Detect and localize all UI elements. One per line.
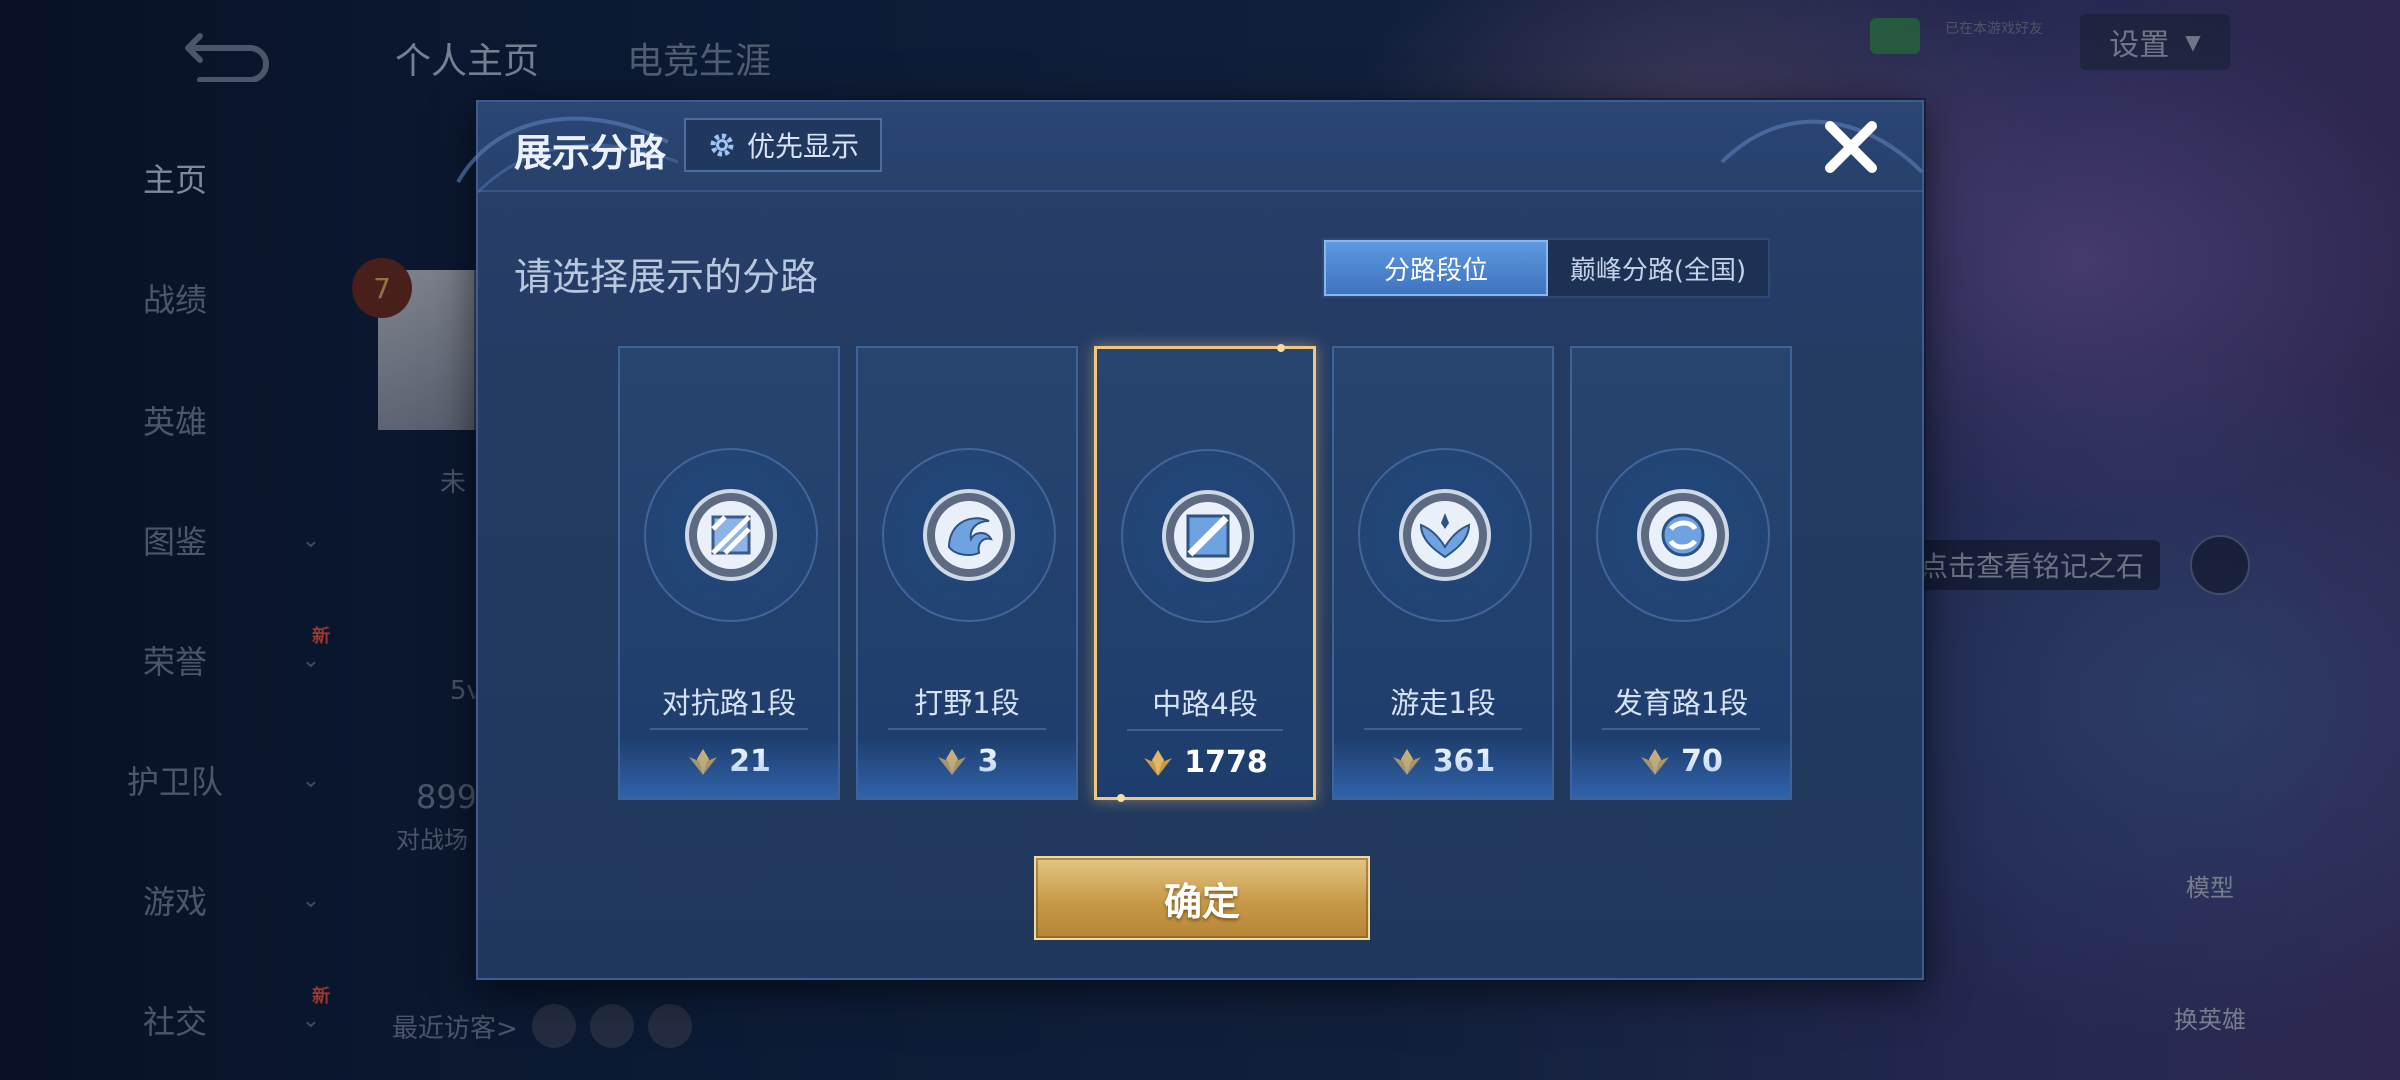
lane-card-farm[interactable]: 发育路1段 70 [1570,346,1792,800]
lane-card-roam[interactable]: 游走1段 361 [1332,346,1554,800]
confirm-button[interactable]: 确定 [1034,856,1370,940]
toggle-peak-lane[interactable]: 巅峰分路(全国) [1548,240,1768,296]
priority-display-label: 优先显示 [746,130,859,163]
lane-score: 1778 [1097,745,1313,780]
lane-label: 打野1段 [914,686,1020,720]
corner-spark [1277,344,1285,352]
divider [888,728,1046,730]
card-glow [1334,738,1552,798]
peak-points-icon [1144,749,1173,776]
lane-card-jungle[interactable]: 打野1段 3 [856,346,1078,800]
toggle-lane-rank[interactable]: 分路段位 [1324,240,1548,296]
dialog-header: 展示分路 优先显示 [456,102,1924,194]
dialog-title: 展示分路 [514,131,667,175]
lane-mode-toggle: 分路段位 巅峰分路(全国) [1322,238,1770,298]
lane-label: 游走1段 [1390,686,1496,720]
close-icon[interactable] [1816,112,1886,182]
lane-card-clash[interactable]: 对抗路1段 21 [618,346,840,800]
farm-lane-icon [1637,489,1729,581]
lane-label: 中路4段 [1152,687,1258,721]
divider [1364,728,1522,730]
card-glow [620,738,838,798]
corner-spark [1117,794,1125,802]
lane-label: 对抗路1段 [661,686,797,720]
lane-card-mid[interactable]: 中路4段 1778 [1094,344,1316,802]
divider [1127,729,1283,731]
roam-icon [1399,489,1491,581]
dialog-subtitle: 请选择展示的分路 [514,255,819,299]
lane-score-value: 1778 [1184,745,1268,780]
lane-cards: 对抗路1段 21 打野1段 [618,344,1792,802]
gear-icon [710,133,734,157]
lane-display-dialog: 展示分路 优先显示 请选择展示的分路 分路段位 巅峰分路(全国) 对抗路1段 打… [456,100,1924,980]
clash-lane-icon [685,489,777,581]
priority-display-button[interactable]: 优先显示 [684,118,882,172]
mid-lane-icon [1162,490,1254,582]
lane-label: 发育路1段 [1613,686,1749,720]
card-glow [1572,738,1790,798]
jungle-icon [923,489,1015,581]
divider [1602,728,1760,730]
divider [650,728,808,730]
card-glow [858,738,1076,798]
